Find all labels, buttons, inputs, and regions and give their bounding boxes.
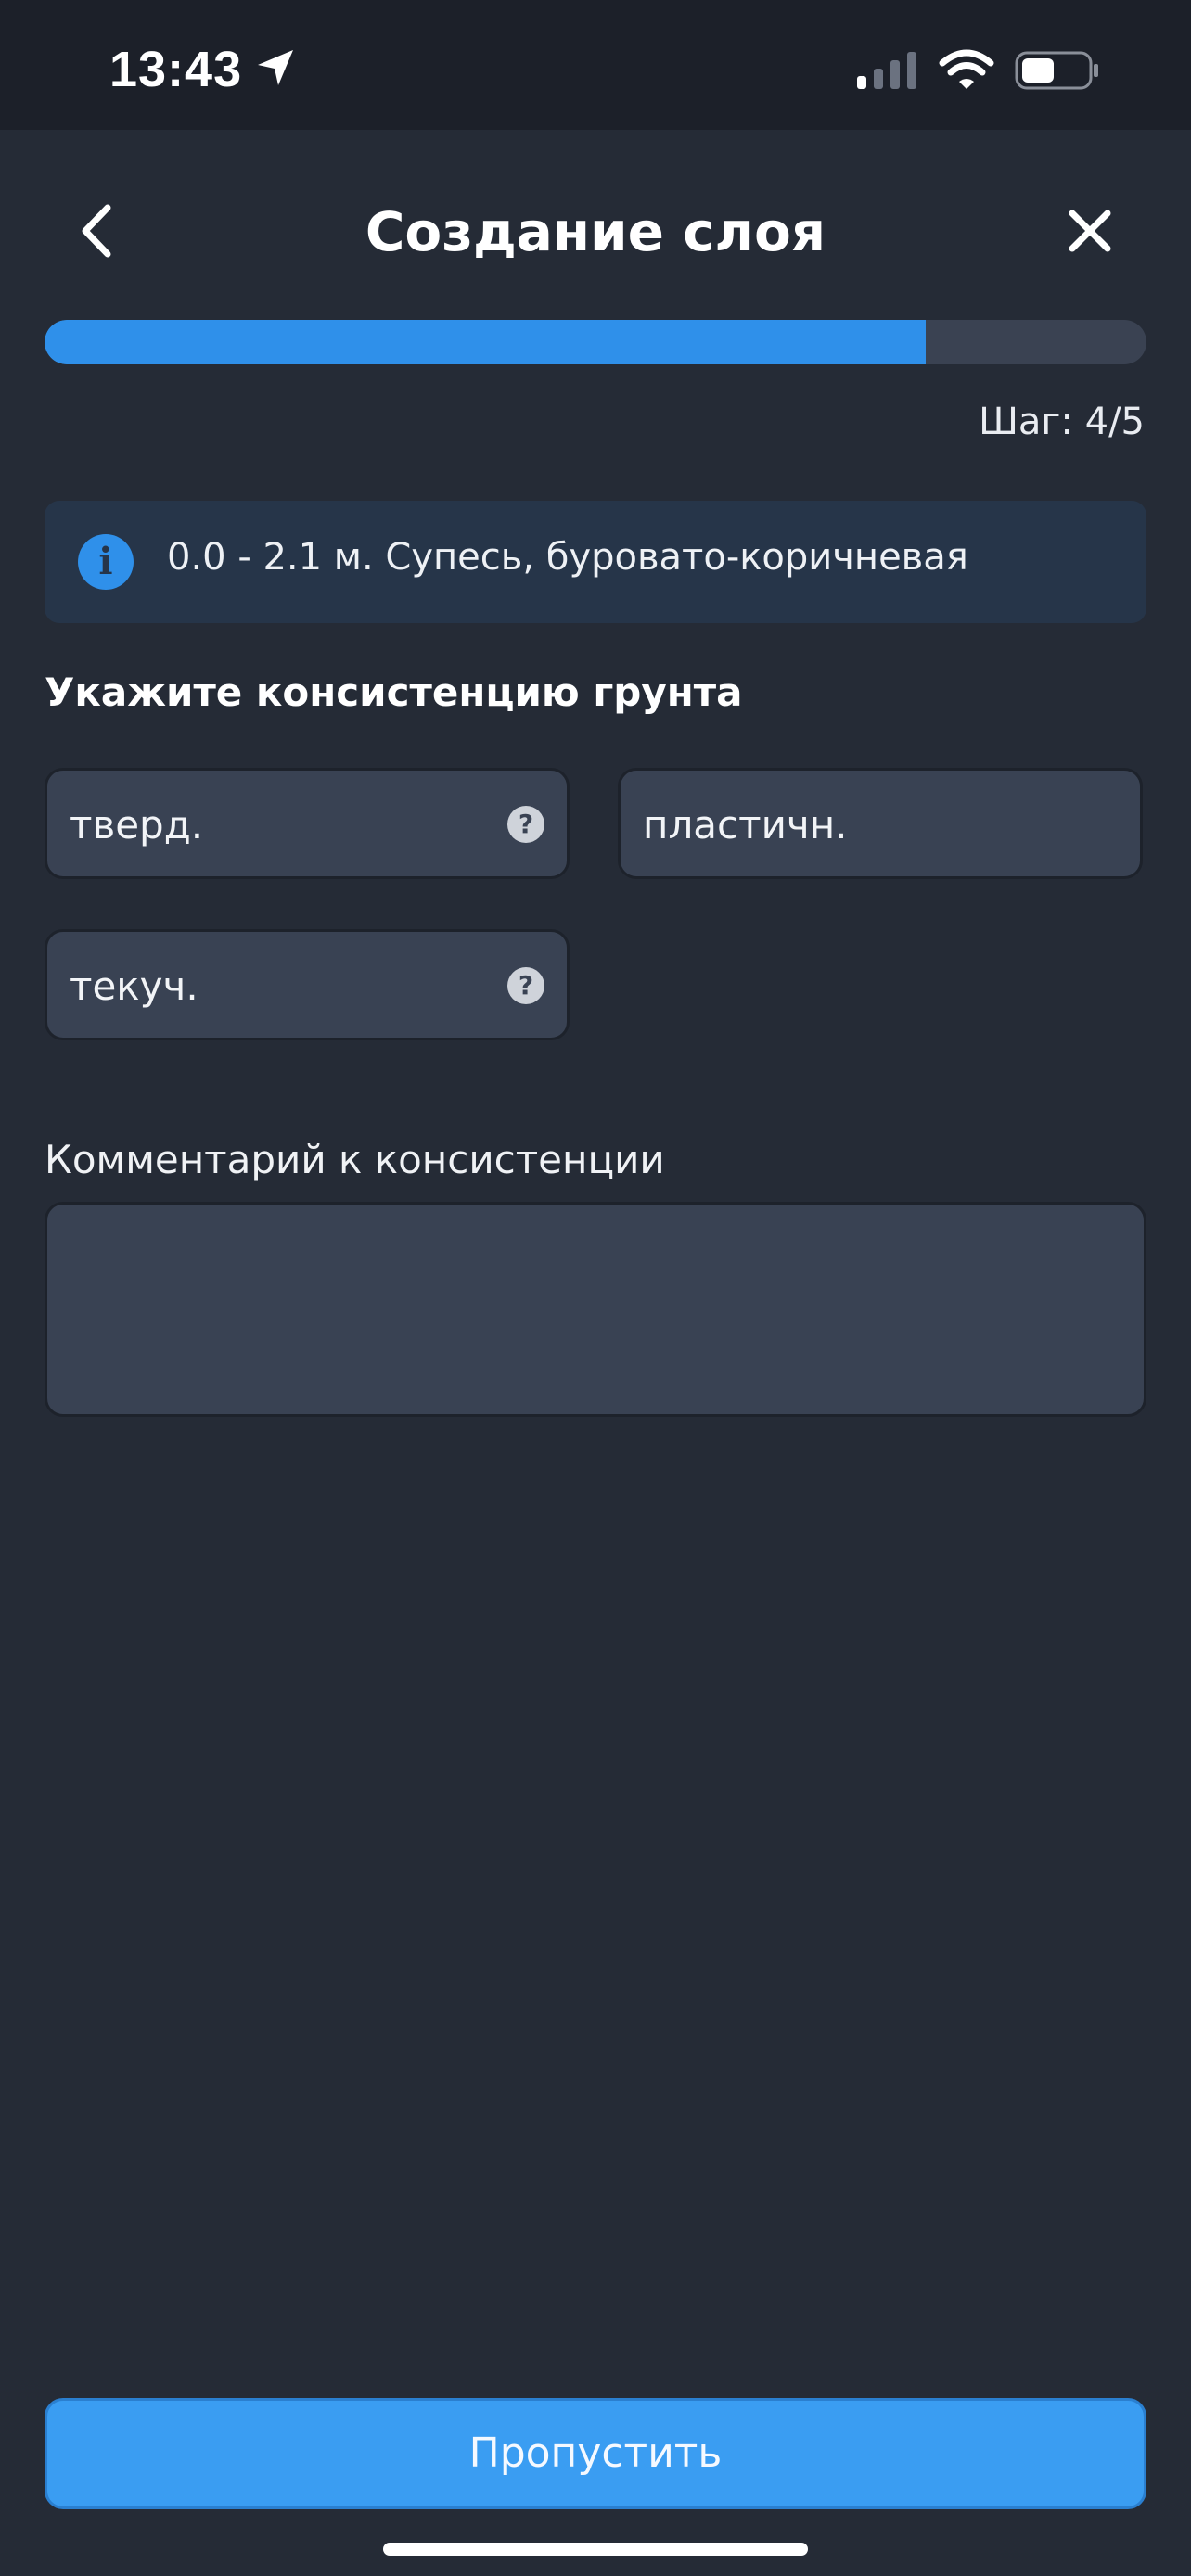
header: Создание слоя	[0, 130, 1191, 306]
option-solid[interactable]: тверд. ?	[45, 768, 570, 879]
option-plastic[interactable]: пластичн.	[618, 768, 1143, 879]
option-fluid[interactable]: текуч. ?	[45, 929, 570, 1040]
battery-icon	[1015, 51, 1098, 90]
comment-label: Комментарий к консистенции	[45, 1137, 665, 1182]
option-label: текуч.	[70, 963, 198, 1009]
option-label: пластичн.	[643, 802, 848, 848]
page-title: Создание слоя	[365, 200, 826, 263]
progress-bar	[45, 320, 1146, 364]
info-icon: i	[78, 534, 134, 590]
wifi-icon	[939, 49, 994, 89]
step-indicator: Шаг: 4/5	[979, 401, 1145, 443]
status-time: 13:43	[109, 42, 243, 97]
status-bar: 13:43	[0, 0, 1191, 130]
close-button[interactable]	[1057, 198, 1122, 263]
location-arrow-icon	[258, 50, 293, 85]
option-label: тверд.	[70, 802, 204, 848]
close-icon	[1069, 210, 1111, 252]
help-icon[interactable]: ?	[507, 806, 544, 843]
skip-button[interactable]: Пропустить	[45, 2398, 1146, 2509]
progress-fill	[45, 320, 927, 364]
cellular-signal-icon	[857, 52, 916, 89]
home-indicator	[383, 2543, 808, 2556]
comment-field[interactable]	[45, 1202, 1146, 1417]
info-banner: i 0.0 - 2.1 м. Супесь, буровато-коричнев…	[45, 501, 1146, 623]
section-title: Укажите консистенцию грунта	[45, 670, 743, 715]
help-icon[interactable]: ?	[507, 967, 544, 1004]
info-text: 0.0 - 2.1 м. Супесь, буровато-коричневая	[167, 536, 968, 579]
